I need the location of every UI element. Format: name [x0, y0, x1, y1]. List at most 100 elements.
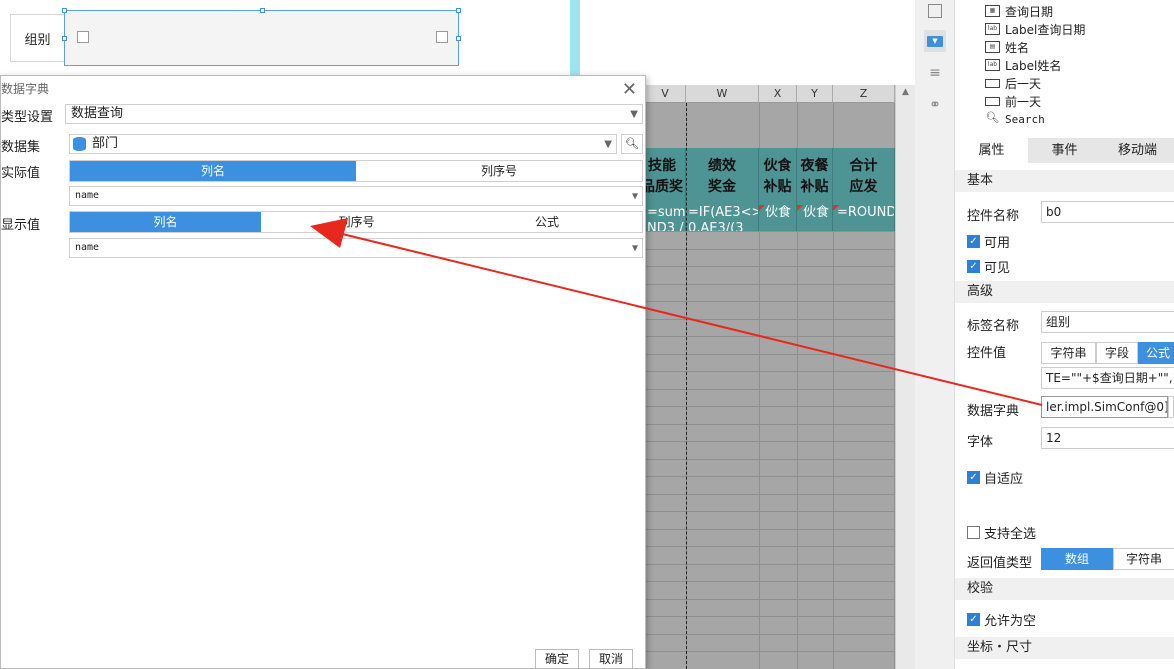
resize-handle[interactable]	[260, 8, 265, 13]
resize-handle[interactable]	[62, 36, 67, 41]
resize-handle[interactable]	[456, 36, 461, 41]
widget-icon[interactable]	[924, 0, 946, 22]
grid-row-line	[645, 529, 895, 530]
data-dictionary-dialog: 数据字典 ✕ 类型设置 数据查询 ▼ 数据集 部门 ▼ 🔍︎ 实际值 列名 列序号 …	[0, 75, 646, 669]
column-header[interactable]: V	[645, 85, 686, 103]
section-basic[interactable]: 基本	[955, 170, 1174, 192]
widget-tree: ▦ 查询日期 lab Label查询日期 ▤ 姓名 lab Label姓名 后一天 前一…	[985, 2, 1085, 128]
font-label: 字体	[967, 435, 994, 450]
grid-row-line	[645, 231, 895, 232]
type-select[interactable]: 数据查询 ▼	[65, 104, 643, 124]
header-cell[interactable]: 夜餐 补贴	[797, 148, 833, 205]
grid-row-line	[645, 459, 895, 460]
actual-value-mode: 列名 列序号	[69, 160, 643, 182]
grid-row-line	[645, 546, 895, 547]
list-icon[interactable]: ≡	[924, 62, 946, 84]
select-all-checkbox[interactable]: 支持全选	[967, 523, 1036, 542]
grid-row-line	[645, 424, 895, 425]
tag-name-input[interactable]: 组别	[1041, 311, 1174, 333]
database-icon	[73, 137, 86, 151]
search-icon: 🔍︎	[985, 111, 1000, 125]
resize-handle[interactable]	[456, 8, 461, 13]
grid-row-line	[645, 406, 895, 407]
display-mode-formula[interactable]: 公式	[452, 212, 642, 232]
formula-input[interactable]: TE=""+$查询日期+"",1),",	[1041, 367, 1174, 389]
actual-mode-column-name[interactable]: 列名	[70, 161, 356, 181]
display-mode-column-index[interactable]: 列序号	[261, 212, 452, 232]
section-advanced[interactable]: 高级	[955, 281, 1174, 303]
formula-cell[interactable]: =ROUND	[833, 205, 895, 231]
return-type-string[interactable]: 字符串	[1113, 548, 1174, 570]
dialog-title: 数据字典	[1, 82, 50, 96]
chevron-down-icon: ▼	[631, 191, 638, 202]
grid-row-line	[645, 249, 895, 250]
designer-canvas-right	[580, 0, 915, 85]
tree-item[interactable]: lab Label姓名	[985, 56, 1085, 74]
allow-empty-checkbox[interactable]: ✓ 允许为空	[967, 610, 1036, 629]
checkbox-icon	[77, 31, 89, 43]
group-label-widget[interactable]: 组别	[10, 14, 65, 62]
control-name-label: 控件名称	[967, 209, 1020, 224]
grid-row-line	[645, 371, 895, 372]
combo-widget-icon[interactable]: ▼	[924, 30, 946, 52]
section-coord[interactable]: 坐标・尺寸	[955, 637, 1174, 659]
tree-item[interactable]: lab Label查询日期	[985, 20, 1085, 38]
type-label: 类型设置	[1, 110, 54, 125]
value-type-field[interactable]: 字段	[1096, 342, 1138, 364]
selected-combo-widget[interactable]	[62, 8, 461, 66]
display-column-select[interactable]: name ▼	[69, 238, 643, 258]
section-verify[interactable]: 校验	[955, 578, 1174, 600]
preview-icon[interactable]: 🔍︎	[621, 134, 643, 154]
tab-events[interactable]: 事件	[1028, 138, 1101, 163]
tree-item[interactable]: 后一天	[985, 74, 1085, 92]
visible-checkbox[interactable]: ✓ 可见	[967, 257, 1010, 276]
actual-column-select[interactable]: name ▼	[69, 186, 643, 206]
calendar-icon: ▦	[985, 5, 1000, 17]
dict-value-input[interactable]: ler.impl.SimConf@0]]	[1041, 396, 1168, 418]
close-icon[interactable]: ✕	[622, 79, 637, 100]
column-header[interactable]: W	[686, 85, 759, 103]
tag-name-label: 标签名称	[967, 319, 1020, 334]
dict-edit-button[interactable]	[1168, 396, 1174, 418]
designer-divider	[570, 0, 580, 75]
header-cell[interactable]: 伙食 补贴	[759, 148, 797, 205]
formula-cell[interactable]: =sum(!ND3 /	[645, 205, 686, 231]
link-icon[interactable]: ⚭	[924, 94, 946, 116]
tree-item[interactable]: 前一天	[985, 92, 1085, 110]
tab-mobile[interactable]: 移动端	[1101, 138, 1174, 163]
resize-handle[interactable]	[62, 8, 67, 13]
font-size-select[interactable]: 12	[1041, 427, 1174, 449]
value-type-formula[interactable]: 公式	[1138, 342, 1174, 364]
display-mode-column-name[interactable]: 列名	[70, 212, 261, 232]
column-header[interactable]: X	[759, 85, 797, 103]
column-header[interactable]: Y	[797, 85, 833, 103]
label-icon: lab	[985, 23, 1000, 35]
control-name-input[interactable]: b0	[1041, 201, 1174, 223]
tree-item[interactable]: 🔍︎ Search	[985, 110, 1085, 128]
tree-item[interactable]: ▦ 查询日期	[985, 2, 1085, 20]
column-header[interactable]: Z	[833, 85, 895, 103]
value-type-string[interactable]: 字符串	[1041, 342, 1096, 364]
cancel-button[interactable]: 取消	[589, 649, 633, 669]
tab-properties[interactable]: 属性	[955, 138, 1028, 163]
actual-mode-column-index[interactable]: 列序号	[356, 161, 642, 181]
header-cell[interactable]: 合计 应发	[833, 148, 895, 205]
enabled-checkbox[interactable]: ✓ 可用	[967, 232, 1010, 251]
ok-button[interactable]: 确定	[535, 649, 579, 669]
button-icon	[985, 78, 1000, 88]
dataset-label: 数据集	[1, 140, 41, 155]
cell-marker-icon	[833, 205, 839, 211]
spreadsheet[interactable]: V W X Y Z 技能 品质奖 绩效 奖金 伙食 补贴 夜餐 补贴 合计 应发…	[645, 85, 915, 669]
dataset-select[interactable]: 部门 ▼	[69, 134, 617, 154]
header-cell[interactable]: 技能 品质奖	[645, 148, 686, 205]
scroll-up-icon[interactable]: ▲	[896, 85, 915, 99]
property-tabs: 属性 事件 移动端	[955, 138, 1174, 163]
chevron-down-icon: ▼	[630, 109, 638, 120]
return-type-array[interactable]: 数组	[1041, 548, 1113, 570]
tree-item[interactable]: ▤ 姓名	[985, 38, 1085, 56]
vertical-scrollbar[interactable]: ▲	[895, 85, 915, 669]
formula-cell[interactable]: =IF(AE3<> 0,AE3/(3	[686, 205, 759, 231]
autofit-checkbox[interactable]: ✓ 自适应	[967, 468, 1023, 487]
grid-row-line	[645, 651, 895, 652]
header-cell[interactable]: 绩效 奖金	[686, 148, 759, 205]
